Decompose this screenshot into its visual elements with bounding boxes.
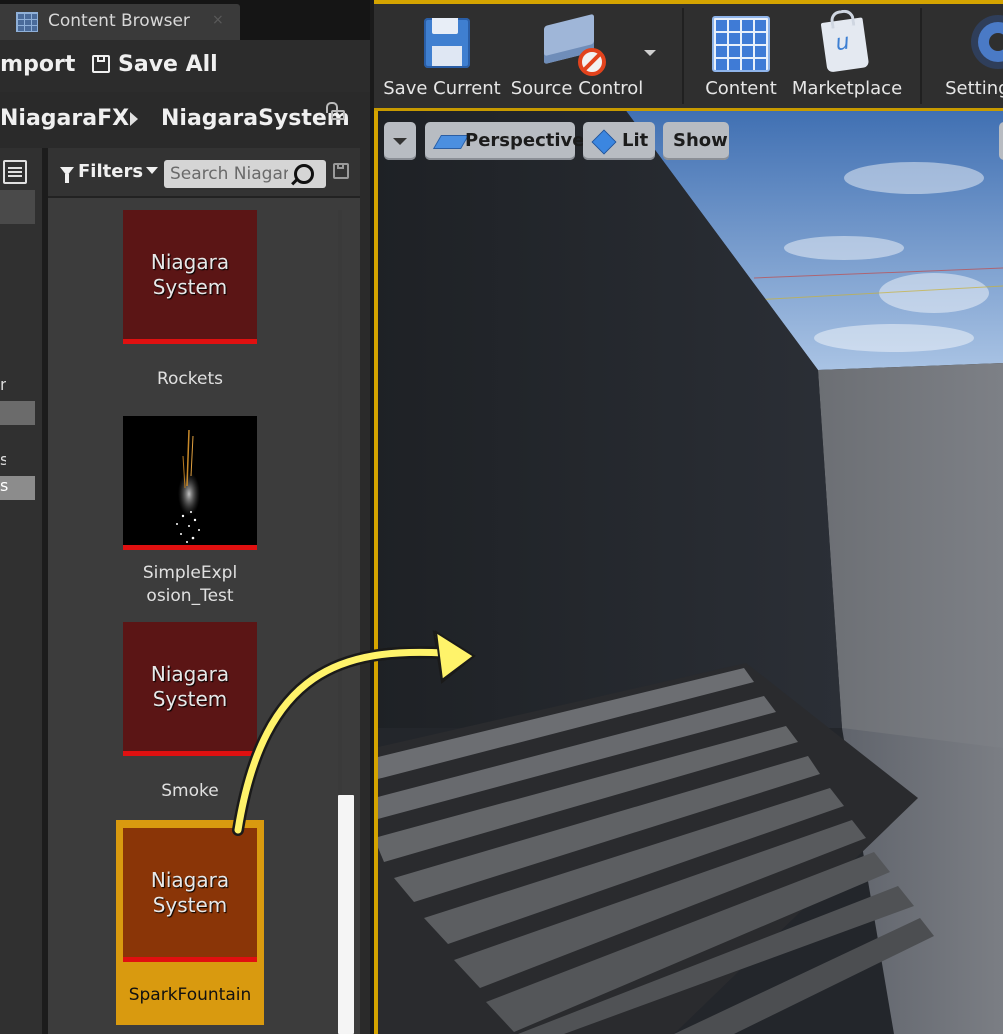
thumbnail-text: Niagara System (150, 662, 230, 711)
divider (48, 196, 360, 198)
perspective-icon (432, 135, 470, 149)
asset-type-bar (123, 545, 257, 550)
asset-name-text: SimpleExplosion_Test (142, 563, 238, 606)
filter-icon (60, 167, 74, 183)
sources-tree-item-selected[interactable]: s (0, 476, 35, 500)
asset-name: Smoke (161, 781, 219, 801)
gear-icon (978, 22, 1003, 62)
sources-tree-item[interactable]: s (0, 450, 6, 472)
tab-bar: Content Browser × (0, 0, 370, 40)
lit-label: Lit (622, 130, 649, 151)
settings-button[interactable]: Settings (942, 10, 1003, 106)
breadcrumb-item[interactable]: NiagaraSystem (161, 106, 350, 131)
asset-view: Filters Niagara System Rockets (48, 148, 360, 1034)
sources-toggle-icon[interactable] (3, 160, 27, 184)
content-grid-icon (712, 16, 770, 72)
import-button[interactable]: Import (0, 52, 75, 77)
save-all-label: Save All (118, 52, 218, 77)
close-icon[interactable]: × (212, 12, 224, 28)
asset-thumbnail: Niagara System (123, 210, 257, 344)
search-input[interactable] (170, 163, 288, 185)
tab-label: Content Browser (48, 11, 190, 31)
save-icon (92, 55, 110, 73)
toolbar-label: Marketplace (791, 78, 903, 99)
toolbar-separator (682, 8, 684, 104)
breadcrumb-item[interactable]: NiagaraFX (0, 106, 129, 131)
save-current-button[interactable]: Save Current (382, 10, 502, 106)
sources-tree-item[interactable]: n (0, 375, 6, 397)
perspective-button[interactable]: Perspective (425, 122, 584, 160)
explosion-preview-image (176, 429, 200, 543)
asset-tile[interactable]: Niagara System Rockets (116, 210, 264, 400)
sources-tree-item[interactable] (0, 190, 35, 224)
content-browser-toolbar: Import Save All (0, 40, 370, 92)
save-all-button[interactable]: Save All (92, 52, 218, 77)
search-box[interactable] (164, 160, 326, 188)
chevron-down-icon (393, 138, 407, 145)
search-icon[interactable] (294, 164, 314, 184)
asset-type-bar (123, 957, 257, 962)
viewport-active-border (374, 108, 1003, 111)
scrollbar-thumb[interactable] (338, 795, 354, 1034)
show-label: Show (673, 130, 728, 151)
thumbnail-text: Niagara System (150, 250, 230, 299)
content-browser-icon (16, 12, 38, 32)
asset-tile-selected[interactable]: Niagara System SparkFountain (116, 820, 264, 1025)
source-control-button[interactable]: Source Control (510, 10, 644, 106)
show-button[interactable]: Show (663, 122, 729, 160)
filters-button[interactable]: Filters (60, 161, 159, 183)
toolbar-label: Save Current (383, 78, 501, 99)
asset-tile[interactable]: SimpleExplosion_Test (116, 416, 264, 616)
sources-tree-item[interactable] (0, 401, 35, 425)
toolbar-separator (920, 8, 922, 104)
breadcrumb: NiagaraFX NiagaraSystem (0, 92, 370, 148)
viewport-settings-button[interactable] (999, 122, 1003, 160)
perspective-label: Perspective (465, 130, 585, 151)
asset-name: Rockets (156, 369, 224, 389)
level-viewport[interactable]: Perspective Lit Show (374, 108, 1003, 1034)
content-browser-panel: Content Browser × Import Save All Niagar… (0, 0, 370, 1034)
asset-name: SparkFountain (128, 985, 252, 1005)
asset-type-bar (123, 339, 257, 344)
asset-name: SimpleExplosion_Test (116, 562, 264, 608)
asset-tile[interactable]: Niagara System Smoke (116, 622, 264, 812)
import-label: Import (0, 52, 76, 77)
filters-bar: Filters (48, 148, 360, 196)
floppy-disk-icon (424, 18, 470, 68)
content-button[interactable]: Content (700, 10, 782, 106)
viewport-options-button[interactable] (384, 122, 416, 160)
asset-thumbnail-preview (123, 416, 257, 550)
scrollbar-area (360, 148, 370, 1034)
shopping-bag-icon (820, 17, 870, 73)
asset-type-bar (123, 751, 257, 756)
viewport-active-border (374, 108, 378, 1034)
chevron-down-icon[interactable] (644, 50, 656, 56)
lock-icon[interactable] (326, 102, 345, 120)
view-mode-lit-button[interactable]: Lit (583, 122, 655, 160)
chevron-right-icon[interactable] (130, 112, 138, 126)
save-search-icon[interactable] (333, 163, 349, 179)
disabled-icon (578, 48, 606, 76)
sources-panel: n s s (0, 148, 42, 1034)
chevron-down-icon (146, 167, 159, 174)
tab-content-browser[interactable]: Content Browser × (0, 4, 240, 40)
toolbar-label: Source Control (510, 78, 644, 99)
viewport-scene (374, 108, 1003, 1034)
asset-thumbnail: Niagara System (123, 622, 257, 756)
thumbnail-text: Niagara System (150, 868, 230, 917)
toolbar-label: Content (705, 78, 777, 99)
toolbar-label: Settings (945, 78, 1003, 99)
cube-icon (591, 129, 617, 155)
asset-thumbnail: Niagara System (123, 828, 257, 962)
marketplace-button[interactable]: Marketplace (788, 10, 906, 106)
filters-label: Filters (78, 161, 144, 182)
level-editor-toolbar: Save Current Source Control Content Mark… (374, 0, 1003, 108)
